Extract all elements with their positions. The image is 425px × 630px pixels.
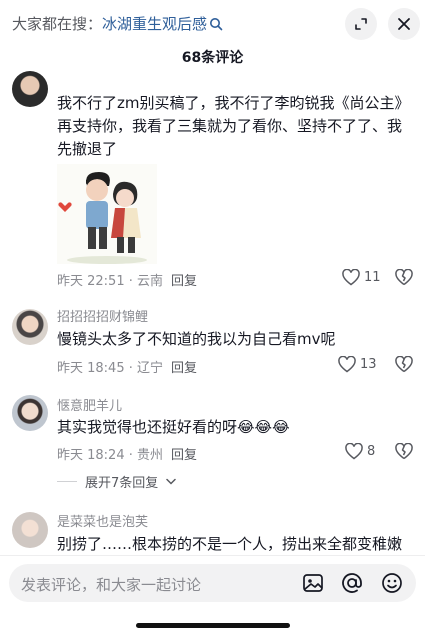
dislike-button[interactable] <box>395 442 413 464</box>
expand-replies-label: 展开7条回复 <box>85 476 159 491</box>
comment-input-placeholder: 发表评论，和大家一起讨论 <box>21 576 202 594</box>
comment-username[interactable]: 惬意肥羊儿 <box>57 395 122 414</box>
comment-meta: 昨天 18:24 · 贵州 <box>57 448 163 463</box>
comment-meta: 昨天 18:45 · 辽宁 <box>57 361 163 376</box>
reply-button[interactable]: 回复 <box>171 357 197 376</box>
divider <box>57 481 77 482</box>
search-suggestion[interactable]: 大家都在搜：冰湖重生观后感 <box>12 13 223 35</box>
home-indicator <box>136 623 290 628</box>
image-picker-icon[interactable] <box>301 571 325 595</box>
reply-button[interactable]: 回复 <box>171 270 197 289</box>
expand-icon <box>355 18 367 30</box>
like-button[interactable]: 13 <box>338 356 377 373</box>
avatar[interactable] <box>12 71 48 107</box>
comment-username[interactable]: 是菜菜也是泡芙 <box>57 511 148 530</box>
heart-icon <box>342 269 360 286</box>
broken-heart-icon <box>395 442 413 460</box>
broken-heart-icon <box>395 268 413 286</box>
expand-fullscreen-button[interactable] <box>345 8 377 40</box>
dislike-button[interactable] <box>395 355 413 377</box>
heart-icon <box>338 356 356 373</box>
close-icon <box>398 18 410 30</box>
comment-text: 别捞了……根本捞的不是一个人，捞出来全都变稚嫩 <box>57 535 403 553</box>
comment-text: 我不行了zm别买稿了，我不行了李昀锐我《尚公主》再支持你，我看了三集就为了看你、… <box>57 94 410 158</box>
like-count: 11 <box>364 270 381 285</box>
comment-username[interactable]: 招招招招财锦鲤 <box>57 306 148 325</box>
comment-text: 其实我觉得也还挺好看的呀😂😂😂 <box>57 416 413 439</box>
avatar[interactable] <box>12 309 48 345</box>
like-button[interactable]: 11 <box>342 269 381 286</box>
emoji-icon[interactable] <box>380 571 404 595</box>
search-keyword-icon <box>209 17 223 35</box>
like-button[interactable]: 8 <box>345 443 375 460</box>
comment-text: 慢镜头太多了不知道的我以为自己看mv呢 <box>57 330 336 348</box>
comment-composer-bar: 发表评论，和大家一起讨论 <box>0 555 425 630</box>
chevron-down-icon <box>166 478 177 485</box>
avatar[interactable] <box>12 395 48 431</box>
sticker-image[interactable] <box>57 164 157 264</box>
dislike-button[interactable] <box>395 268 413 290</box>
like-count: 8 <box>367 444 376 459</box>
comment-meta: 昨天 22:51 · 云南 <box>57 274 163 289</box>
heart-icon <box>345 443 363 460</box>
laughing-emoji: 😂😂😂 <box>237 418 290 436</box>
broken-heart-icon <box>395 355 413 373</box>
expand-replies-button[interactable]: 展开7条回复 <box>57 472 177 491</box>
search-suggestion-prefix: 大家都在搜： <box>12 15 103 33</box>
comment-count-title: 68条评论 <box>181 50 244 66</box>
mention-icon[interactable] <box>340 571 364 595</box>
like-count: 13 <box>360 357 377 372</box>
close-button[interactable] <box>388 8 420 40</box>
search-suggestion-keyword[interactable]: 冰湖重生观后感 <box>102 15 207 33</box>
comment-text-body: 其实我觉得也还挺好看的呀 <box>57 418 238 436</box>
avatar[interactable] <box>12 512 48 548</box>
reply-button[interactable]: 回复 <box>171 444 197 463</box>
comment-input[interactable]: 发表评论，和大家一起讨论 <box>9 564 416 602</box>
